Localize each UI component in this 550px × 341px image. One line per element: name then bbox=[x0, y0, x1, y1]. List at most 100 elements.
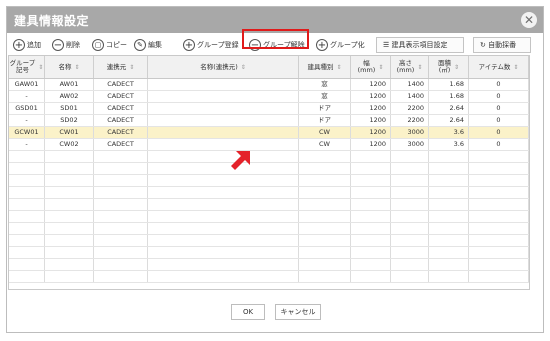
ok-button[interactable]: OK bbox=[231, 304, 265, 320]
cell-group-code bbox=[9, 211, 45, 222]
group-button[interactable]: + グループ化 bbox=[316, 39, 365, 55]
column-header-group-code[interactable]: グループ 記号 ⇕ bbox=[9, 56, 45, 78]
cell-area bbox=[429, 235, 469, 246]
cell-width bbox=[351, 259, 391, 270]
cell-source: CADECT bbox=[94, 79, 148, 90]
add-button[interactable]: + 追加 bbox=[13, 39, 41, 55]
empty-row bbox=[9, 235, 529, 247]
cell-source: CADECT bbox=[94, 127, 148, 138]
sort-icon[interactable]: ⇕ bbox=[241, 64, 246, 71]
minus-circle-icon: − bbox=[52, 39, 64, 51]
empty-row bbox=[9, 271, 529, 283]
cell-height bbox=[391, 235, 429, 246]
column-header-label: 名称 bbox=[58, 62, 72, 71]
cell-item-count: 0 bbox=[469, 79, 529, 90]
cell-source-name bbox=[148, 235, 299, 246]
cell-height bbox=[391, 223, 429, 234]
cell-width bbox=[351, 211, 391, 222]
cell-type: 窓 bbox=[299, 91, 351, 102]
cell-source bbox=[94, 151, 148, 162]
cell-name bbox=[45, 163, 94, 174]
cell-item-count: 0 bbox=[469, 91, 529, 102]
group-register-button[interactable]: + グループ登録 bbox=[183, 39, 239, 55]
table-header: グループ 記号 ⇕ 名称 ⇕ 連携元 ⇕ 名称(連携元) ⇕ 建具種別 ⇕ 幅 (mm) ⇕ 高さ (mm) ⇕… bbox=[9, 56, 529, 79]
column-header-label: 高さ (mm) bbox=[396, 59, 415, 74]
cell-height bbox=[391, 175, 429, 186]
cell-name: SD01 bbox=[45, 103, 94, 114]
cell-name bbox=[45, 223, 94, 234]
column-header-label: 幅 (mm) bbox=[357, 59, 376, 74]
close-icon[interactable]: ✕ bbox=[521, 12, 537, 28]
cell-source-name bbox=[148, 247, 299, 258]
column-header-label: アイテム数 bbox=[478, 62, 511, 71]
cell-source-name bbox=[148, 103, 299, 114]
edit-button[interactable]: ✎ 編集 bbox=[134, 39, 162, 55]
column-header-name[interactable]: 名称 ⇕ bbox=[45, 56, 94, 78]
sort-icon[interactable]: ⇕ bbox=[417, 64, 422, 71]
cell-name: CW01 bbox=[45, 127, 94, 138]
cell-source-name bbox=[148, 151, 299, 162]
cell-width bbox=[351, 223, 391, 234]
column-header-source-name[interactable]: 名称(連携元) ⇕ bbox=[148, 56, 299, 78]
sort-icon[interactable]: ⇕ bbox=[74, 64, 79, 71]
cell-item-count: 0 bbox=[469, 139, 529, 150]
cell-height: 3000 bbox=[391, 127, 429, 138]
auto-number-button[interactable]: ↻ 自動採番 bbox=[473, 37, 531, 53]
highlight-box bbox=[242, 29, 309, 49]
sort-icon[interactable]: ⇕ bbox=[38, 64, 43, 71]
cell-height bbox=[391, 199, 429, 210]
table-row[interactable]: GSD01 SD01 CADECT ドア 1200 2200 2.64 0 bbox=[9, 103, 529, 115]
cell-height: 3000 bbox=[391, 139, 429, 150]
cell-group-code bbox=[9, 235, 45, 246]
cell-source bbox=[94, 187, 148, 198]
column-header-type[interactable]: 建具種別 ⇕ bbox=[299, 56, 351, 78]
cell-height bbox=[391, 151, 429, 162]
table-row[interactable]: - SD02 CADECT ドア 1200 2200 2.64 0 bbox=[9, 115, 529, 127]
cell-item-count bbox=[469, 247, 529, 258]
column-header-width[interactable]: 幅 (mm) ⇕ bbox=[351, 56, 391, 78]
copy-icon: ▢ bbox=[92, 39, 104, 51]
dialog-title: 建具情報設定 bbox=[14, 14, 90, 28]
sort-icon[interactable]: ⇕ bbox=[336, 64, 341, 71]
cell-width: 1200 bbox=[351, 127, 391, 138]
cell-area bbox=[429, 163, 469, 174]
cell-source-name bbox=[148, 175, 299, 186]
empty-row bbox=[9, 151, 529, 163]
sort-icon[interactable]: ⇕ bbox=[378, 64, 383, 71]
cell-height: 2200 bbox=[391, 103, 429, 114]
cell-width bbox=[351, 235, 391, 246]
table-row[interactable]: - CW02 CADECT CW 1200 3000 3.6 0 bbox=[9, 139, 529, 151]
sort-icon[interactable]: ⇕ bbox=[513, 64, 518, 71]
refresh-icon: ↻ bbox=[480, 41, 489, 49]
delete-button[interactable]: − 削除 bbox=[52, 39, 80, 55]
table-row[interactable]: - AW02 CADECT 窓 1200 1400 1.68 0 bbox=[9, 91, 529, 103]
sort-icon[interactable]: ⇕ bbox=[129, 64, 134, 71]
column-header-source[interactable]: 連携元 ⇕ bbox=[94, 56, 148, 78]
cell-area bbox=[429, 211, 469, 222]
sort-icon[interactable]: ⇕ bbox=[454, 64, 459, 71]
cell-source-name bbox=[148, 79, 299, 90]
cell-item-count bbox=[469, 199, 529, 210]
cell-source bbox=[94, 271, 148, 282]
cancel-button[interactable]: キャンセル bbox=[275, 304, 321, 320]
cell-height bbox=[391, 271, 429, 282]
column-header-height[interactable]: 高さ (mm) ⇕ bbox=[391, 56, 429, 78]
table-row[interactable]: GAW01 AW01 CADECT 窓 1200 1400 1.68 0 bbox=[9, 79, 529, 91]
cell-width bbox=[351, 175, 391, 186]
table-row[interactable]: GCW01 CW01 CADECT CW 1200 3000 3.6 0 bbox=[9, 127, 529, 139]
arrow-pointer-icon bbox=[231, 151, 250, 170]
cell-group-code: - bbox=[9, 115, 45, 126]
cell-group-code bbox=[9, 175, 45, 186]
cell-type bbox=[299, 163, 351, 174]
cell-type bbox=[299, 259, 351, 270]
display-settings-button[interactable]: ☰ 建具表示項目設定 bbox=[376, 37, 464, 53]
column-header-item-count[interactable]: アイテム数 ⇕ bbox=[469, 56, 529, 78]
empty-row bbox=[9, 163, 529, 175]
cell-source bbox=[94, 163, 148, 174]
cell-group-code bbox=[9, 187, 45, 198]
column-header-area[interactable]: 面積 (㎡) ⇕ bbox=[429, 56, 469, 78]
cell-group-code: GSD01 bbox=[9, 103, 45, 114]
cell-area bbox=[429, 259, 469, 270]
copy-button[interactable]: ▢ コピー bbox=[92, 39, 127, 55]
cell-name bbox=[45, 211, 94, 222]
